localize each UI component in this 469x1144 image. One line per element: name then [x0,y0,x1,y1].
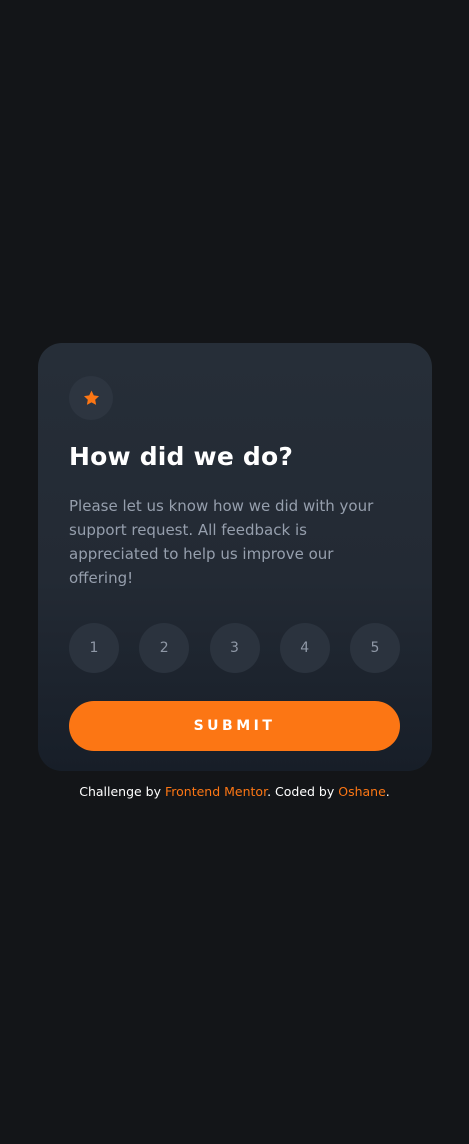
star-icon [83,390,99,405]
rating-options: 1 2 3 4 5 [69,623,400,673]
card-title: How did we do? [69,442,294,471]
attribution-middle: . Coded by [267,784,339,799]
frontend-mentor-link[interactable]: Frontend Mentor [165,784,267,799]
attribution: Challenge by Frontend Mentor. Coded by O… [0,782,469,802]
rating-button-1[interactable]: 1 [69,623,119,673]
card-description: Please let us know how we did with your … [69,497,374,587]
attribution-prefix: Challenge by [79,784,165,799]
rating-button-4[interactable]: 4 [279,623,330,673]
attribution-suffix: . [385,784,390,799]
rating-button-3[interactable]: 3 [209,623,260,673]
submit-button[interactable]: SUBMIT [69,701,400,751]
author-link[interactable]: Oshane [338,784,386,799]
star-icon-badge [69,376,113,420]
rating-button-2[interactable]: 2 [139,623,190,673]
rating-card: How did we do? Please let us know how we… [38,343,432,771]
rating-button-5[interactable]: 5 [350,623,400,673]
page: How did we do? Please let us know how we… [0,0,469,1144]
